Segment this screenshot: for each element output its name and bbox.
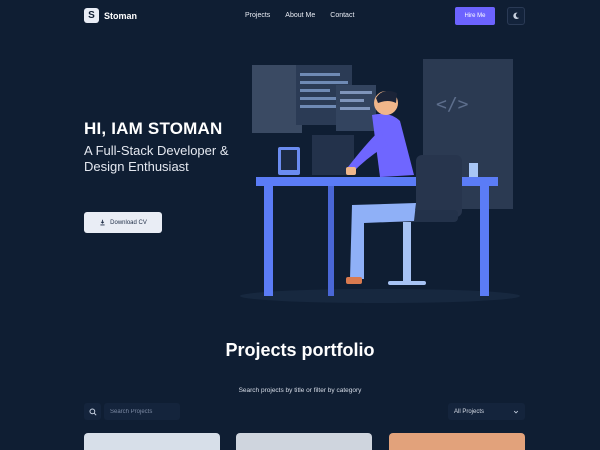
hero-subtitle: A Full-Stack Developer & Design Enthusia… — [84, 143, 229, 174]
logo-text: Stoman — [104, 10, 138, 21]
nav-item-about[interactable]: About Me — [285, 12, 315, 19]
project-card[interactable] — [389, 433, 525, 450]
download-cv-label: Download CV — [110, 219, 147, 226]
chevron-down-icon — [513, 410, 519, 413]
search-projects-input[interactable] — [104, 403, 180, 420]
code-glyph: </> — [436, 94, 469, 115]
nav-item-contact[interactable]: Contact — [330, 12, 354, 19]
moon-icon — [513, 12, 520, 20]
project-card[interactable] — [84, 433, 220, 450]
project-card[interactable] — [236, 433, 372, 450]
theme-toggle-button[interactable] — [507, 7, 525, 25]
download-cv-button[interactable]: Download CV — [84, 212, 162, 233]
hire-me-button[interactable]: Hire Me — [455, 7, 495, 25]
nav-item-projects[interactable]: Projects — [245, 12, 270, 19]
developer-illustration: </> — [240, 59, 520, 303]
projects-title: Projects portfolio — [225, 340, 375, 360]
category-selected-value: All Projects — [454, 408, 485, 415]
portfolio-page: S Stoman Projects About Me Contact Hire … — [0, 0, 600, 450]
logo[interactable]: S Stoman — [84, 8, 137, 23]
main-nav: Projects About Me Contact — [245, 12, 354, 19]
projects-subtitle: Search projects by title or filter by ca… — [238, 387, 362, 394]
search-icon — [88, 407, 97, 416]
download-icon — [100, 219, 105, 226]
logo-icon: S — [84, 8, 99, 23]
header: S Stoman Projects About Me Contact Hire … — [0, 0, 600, 34]
search-button[interactable] — [84, 403, 101, 420]
category-select[interactable]: All Projects — [448, 403, 525, 420]
hero-title: HI, IAM STOMAN — [84, 119, 223, 138]
